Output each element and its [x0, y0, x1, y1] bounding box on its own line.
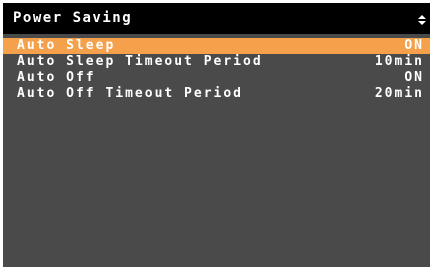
menu-item-label: Auto Off Timeout Period [17, 86, 244, 101]
menu-list: Auto Sleep ON Auto Sleep Timeout Period … [3, 38, 430, 102]
menu-item-value: ON [404, 70, 424, 85]
menu-item-label: Auto Sleep [17, 38, 116, 53]
menu-item-label: Auto Off [17, 70, 96, 85]
menu-item-auto-off-timeout-period[interactable]: Auto Off Timeout Period 20min [3, 86, 430, 102]
menu-item-auto-off[interactable]: Auto Off ON [3, 70, 430, 86]
settings-screen: Power Saving Auto Sleep ON Auto Sleep Ti… [3, 3, 430, 267]
menu-item-value: 20min [374, 86, 424, 101]
menu-item-value: 10min [374, 54, 424, 69]
menu-item-value: ON [404, 38, 424, 53]
title-bar: Power Saving [3, 3, 430, 34]
up-down-arrows-icon [418, 15, 426, 25]
menu-item-label: Auto Sleep Timeout Period [17, 54, 263, 69]
menu-item-auto-sleep-timeout-period[interactable]: Auto Sleep Timeout Period 10min [3, 54, 430, 70]
menu-item-auto-sleep[interactable]: Auto Sleep ON [3, 38, 430, 54]
page-title: Power Saving [13, 10, 133, 26]
